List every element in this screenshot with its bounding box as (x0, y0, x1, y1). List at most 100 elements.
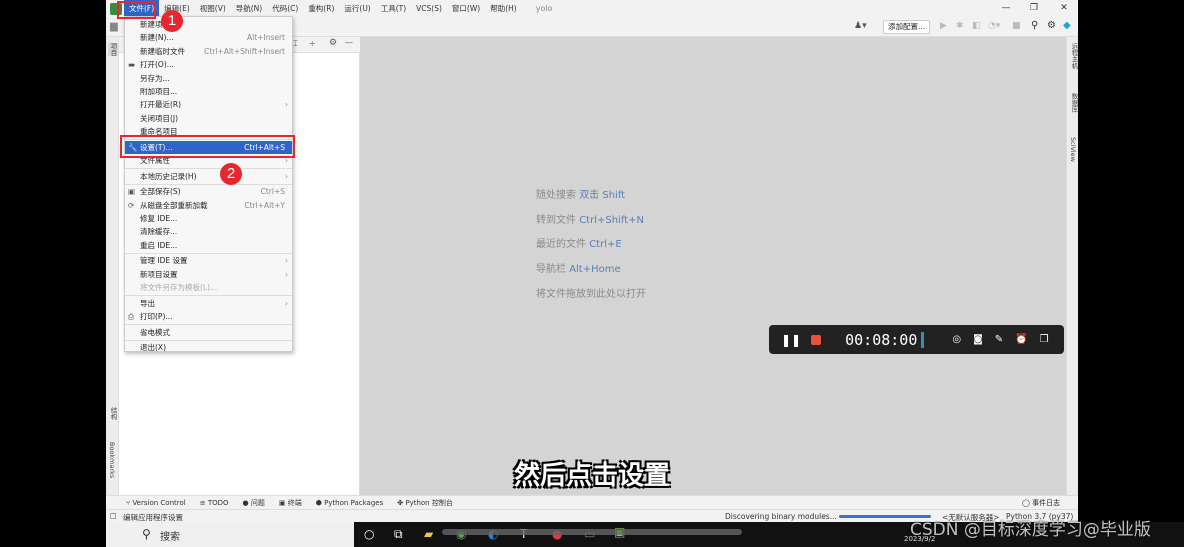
hide-icon[interactable]: — (345, 38, 353, 47)
menu-item-shortcut: Ctrl+Alt+Shift+Insert (204, 46, 285, 56)
bottom-tab[interactable]: ⑂ Version Control (126, 499, 186, 507)
tab-icon: ● (242, 498, 249, 507)
search-icon[interactable]: ⚲ (1031, 20, 1038, 31)
file-menu-item[interactable]: ▬ 打开(O)... (125, 58, 292, 71)
status-checkbox-icon[interactable]: ☐ (110, 512, 117, 521)
file-menu-item[interactable]: 修复 IDE... (125, 212, 292, 225)
file-menu-item: 将文件另存为模板(L)... (125, 281, 292, 294)
menu-item-label: 从磁盘全部重新加载 (140, 200, 208, 210)
tab-icon: ▣ (278, 498, 286, 507)
file-menu-item[interactable]: ▣ 全部保存(S) Ctrl+S (125, 185, 292, 198)
jetbrains-icon[interactable]: ◆ (1063, 20, 1071, 31)
recording-timer: 00:08:00 (845, 330, 918, 349)
window-icon[interactable]: ❐ (1040, 334, 1049, 345)
file-menu-item[interactable]: ⎙ 打印(P)... (125, 310, 292, 323)
bottom-tab[interactable]: ✤ Python 控制台 (397, 498, 453, 508)
vcs-user-icon[interactable]: ♟▾ (854, 21, 867, 31)
file-explorer-icon[interactable]: ▰ (424, 527, 433, 541)
tab-label: Python 控制台 (405, 498, 453, 507)
sciview-tool-tab[interactable]: SciView (1069, 137, 1077, 162)
timer-icon[interactable]: ⏰ (1015, 334, 1027, 345)
menu-7[interactable]: 工具(T) (376, 0, 411, 17)
file-menu-item[interactable]: 打开最近(R) › (125, 98, 292, 111)
hint-text: 转到文件 (536, 214, 576, 226)
debug-icon[interactable]: ✱ (956, 21, 964, 31)
video-scrubber[interactable] (442, 529, 742, 535)
file-menu-item[interactable]: 新建临时文件 Ctrl+Alt+Shift+Insert (125, 45, 292, 58)
event-log-button[interactable]: ◯ 事件日志 (1022, 498, 1060, 508)
file-menu-item[interactable]: 另存为... (125, 72, 292, 85)
cortana-icon[interactable]: ○ (364, 527, 374, 541)
close-button[interactable]: ✕ (1050, 0, 1078, 17)
tab-icon: ⬢ (315, 498, 322, 507)
database-tool-tab[interactable]: 数据库 (1069, 93, 1079, 113)
maximize-button[interactable]: ❐ (1020, 0, 1048, 17)
file-menu-item[interactable]: 附加项目... (125, 85, 292, 98)
collapse-all-icon[interactable]: ÷ (309, 39, 316, 48)
file-menu-item[interactable]: 新建(N)... Alt+Insert (125, 31, 292, 44)
project-tool-tab[interactable]: 项目 (108, 43, 118, 56)
coverage-icon[interactable]: ◧ (972, 21, 981, 31)
file-menu-item[interactable]: 退出(X) (125, 341, 292, 354)
file-menu-item[interactable]: 关闭项目(J) (125, 112, 292, 125)
run-icon[interactable]: ▶ (940, 21, 947, 31)
bottom-tab[interactable]: ⬢ Python Packages (316, 499, 384, 507)
structure-tool-tab[interactable]: 结构 (108, 407, 118, 420)
profile-icon[interactable]: ◔▾ (988, 21, 1000, 31)
taskbar-search-box[interactable]: ⚲ 搜索 (106, 522, 354, 547)
menu-item-label: 清除缓存... (140, 227, 178, 237)
tab-label: Python Packages (324, 498, 384, 507)
file-menu-item[interactable]: 省电模式 (125, 326, 292, 339)
options-gear-icon[interactable]: ⚙ (329, 38, 337, 48)
gear-icon[interactable]: ⚙ (1047, 20, 1056, 31)
bottom-tab[interactable]: ● 问题 (243, 498, 265, 508)
remote-host-tool-tab[interactable]: 远程主机 (1069, 43, 1079, 69)
camera-icon[interactable]: ◙ (973, 334, 983, 345)
menu-item-label: 新建(N)... (140, 33, 174, 43)
file-menu-item[interactable]: 清除缓存... (125, 225, 292, 238)
menu-item-label: 另存为... (140, 73, 170, 83)
bottom-tab[interactable]: ▣ 终端 (279, 498, 302, 508)
pause-icon[interactable]: ❚❚ (781, 333, 801, 347)
menu-5[interactable]: 重构(R) (303, 0, 339, 17)
file-menu-item[interactable]: 新建项目 (125, 18, 292, 31)
stop-icon[interactable]: ■ (1012, 21, 1021, 31)
menu-8[interactable]: VCS(S) (411, 0, 447, 17)
menu-item-label: 附加项目... (140, 86, 178, 96)
file-menu-item[interactable]: 重启 IDE... (125, 239, 292, 252)
expand-all-icon[interactable]: ⌶ (293, 39, 298, 49)
menu-item-shortcut: Alt+Insert (247, 33, 285, 43)
file-menu-item[interactable]: ⟳ 从磁盘全部重新加载 Ctrl+Alt+Y (125, 199, 292, 212)
hint-shortcut: Alt+Home (569, 264, 621, 276)
file-menu-item[interactable]: 管理 IDE 设置 › (125, 254, 292, 267)
hint-text: 导航栏 (536, 264, 566, 276)
menu-3[interactable]: 导航(N) (231, 0, 267, 17)
hint-text: 将文件拖放到此处以打开 (536, 288, 646, 300)
region-icon[interactable]: ◎ (952, 334, 961, 345)
menu-10[interactable]: 帮助(H) (485, 0, 522, 17)
file-menu-item[interactable]: 新项目设置 › (125, 268, 292, 281)
editor-area: 随处搜索 双击 Shift 转到文件 Ctrl+Shift+N 最近的文件 Ctrl… (360, 37, 1066, 495)
menu-item-label: 打开最近(R) (140, 100, 182, 110)
minimize-button[interactable]: — (992, 0, 1020, 17)
file-menu-item[interactable]: 本地历史记录(H) › (125, 170, 292, 183)
bottom-tab[interactable]: ≡ TODO (200, 499, 229, 507)
print-icon: ⎙ (128, 312, 134, 322)
task-view-icon[interactable]: ⧉ (394, 527, 403, 542)
stop-record-icon[interactable] (811, 334, 822, 345)
audio-level-icon (921, 331, 925, 348)
pen-icon[interactable]: ✎ (995, 334, 1003, 345)
menu-item-label: 重启 IDE... (140, 240, 178, 250)
hint-shortcut: Ctrl+E (589, 239, 622, 251)
taskbar-search-placeholder: 搜索 (160, 532, 180, 543)
menu-2[interactable]: 视图(V) (195, 0, 231, 17)
event-log-label: 事件日志 (1032, 499, 1061, 507)
file-menu-item[interactable]: 导出 › (125, 297, 292, 310)
menu-9[interactable]: 窗口(W) (447, 0, 485, 17)
menu-item-label: 全部保存(S) (140, 187, 181, 197)
add-configuration-button[interactable]: 添加配置... (883, 20, 931, 34)
menu-item-shortcut: Ctrl+S (260, 187, 285, 197)
menu-item-label: 新项目设置 (140, 269, 178, 279)
menu-4[interactable]: 代码(C) (267, 0, 303, 17)
menu-6[interactable]: 运行(U) (339, 0, 375, 17)
